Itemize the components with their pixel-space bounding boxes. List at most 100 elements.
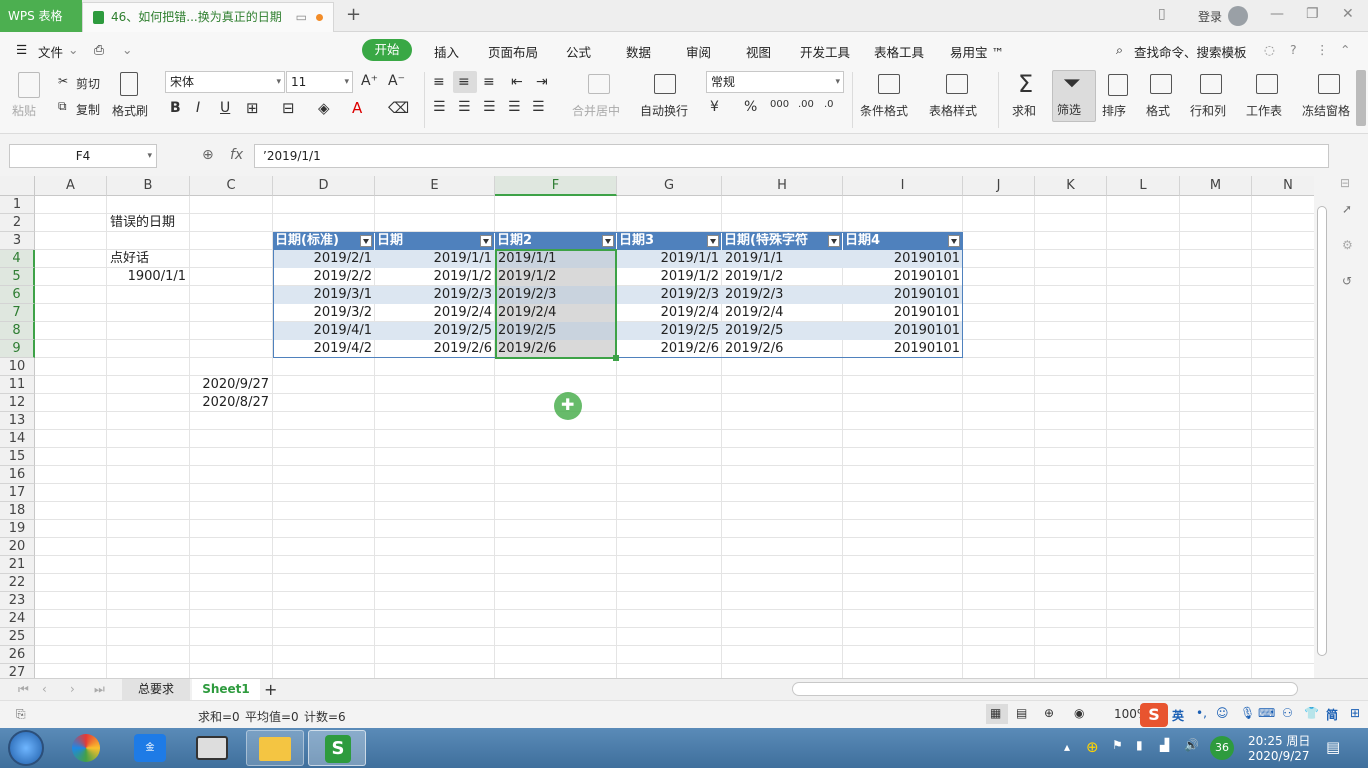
row-header-8[interactable]: 8: [0, 322, 35, 340]
column-header-K[interactable]: K: [1035, 176, 1107, 196]
next-sheet-icon[interactable]: ›: [70, 682, 75, 696]
clear-icon[interactable]: ⌫: [388, 99, 409, 117]
tray-device-icon[interactable]: ▮: [1136, 738, 1143, 752]
fill-color-icon[interactable]: ◈: [318, 99, 330, 117]
row-header-23[interactable]: 23: [0, 592, 35, 610]
row-header-22[interactable]: 22: [0, 574, 35, 592]
menu-review[interactable]: 审阅: [686, 42, 711, 61]
cut-button[interactable]: 剪切: [76, 75, 100, 92]
taskbar-recorder[interactable]: [184, 730, 242, 766]
increase-decimal-icon[interactable]: .00: [798, 99, 814, 110]
row-header-5[interactable]: 5: [0, 268, 35, 286]
row-header-2[interactable]: 2: [0, 214, 35, 232]
justify-icon[interactable]: ☰: [508, 99, 521, 115]
sheet-tab-overview[interactable]: 总要求: [122, 679, 190, 700]
indent-decrease-icon[interactable]: ⇤: [511, 74, 523, 90]
tray-badge[interactable]: 36: [1210, 736, 1234, 760]
row-header-17[interactable]: 17: [0, 484, 35, 502]
distribute-icon[interactable]: ☰: [532, 99, 545, 115]
app-home-tab[interactable]: WPS 表格: [0, 0, 82, 32]
sum-button[interactable]: 求和: [1012, 102, 1036, 119]
tray-expand-icon[interactable]: ▴: [1064, 740, 1070, 754]
paste-button[interactable]: 粘贴: [12, 102, 36, 119]
number-format-select[interactable]: 常规 ▾: [706, 71, 844, 93]
horizontal-scrollbar[interactable]: [792, 682, 1298, 696]
skin-icon[interactable]: 👕: [1304, 706, 1319, 720]
font-name-select[interactable]: 宋体 ▾: [165, 71, 285, 93]
row-header-14[interactable]: 14: [0, 430, 35, 448]
ime-language[interactable]: 英: [1172, 707, 1184, 724]
avatar[interactable]: [1228, 6, 1248, 26]
column-header-A[interactable]: A: [35, 176, 107, 196]
column-header-E[interactable]: E: [375, 176, 495, 196]
menu-developer[interactable]: 开发工具: [800, 42, 850, 61]
row-header-4[interactable]: 4: [0, 250, 35, 268]
macro-icon[interactable]: ⎘: [16, 707, 26, 722]
cell-style-icon[interactable]: ⊟: [282, 99, 295, 117]
page-break-icon[interactable]: ▤: [1016, 706, 1027, 720]
chevron-down-icon[interactable]: ⌄: [68, 42, 78, 57]
worksheet-button[interactable]: 工作表: [1246, 102, 1282, 119]
restore-button[interactable]: ❐: [1306, 6, 1319, 22]
column-header-F[interactable]: F: [495, 176, 617, 196]
decrease-font-icon[interactable]: A⁻: [388, 73, 405, 89]
login-link[interactable]: 登录: [1198, 8, 1222, 25]
underline-icon[interactable]: U: [220, 100, 230, 116]
clock-date[interactable]: 2020/9/27: [1248, 749, 1310, 763]
row-header-12[interactable]: 12: [0, 394, 35, 412]
column-header-N[interactable]: N: [1252, 176, 1314, 196]
filter-button[interactable]: ⏷ 筛选: [1052, 70, 1096, 122]
volume-icon[interactable]: 🔊: [1184, 738, 1199, 752]
align-bottom-icon[interactable]: ≡: [483, 74, 495, 90]
action-center-icon[interactable]: ▤: [1326, 738, 1340, 756]
cell-C11[interactable]: 2020/9/27: [190, 376, 272, 394]
row-header-25[interactable]: 25: [0, 628, 35, 646]
select-all-corner[interactable]: [0, 176, 35, 196]
column-header-G[interactable]: G: [617, 176, 722, 196]
ime-menu-icon[interactable]: ⊞: [1350, 706, 1360, 720]
freeze-button[interactable]: 冻结窗格: [1302, 102, 1350, 119]
align-right-icon[interactable]: ☰: [483, 99, 496, 115]
close-button[interactable]: ✕: [1342, 6, 1354, 22]
column-header-H[interactable]: H: [722, 176, 843, 196]
zoom-search-icon[interactable]: ⊕: [202, 147, 214, 163]
first-sheet-icon[interactable]: ⏮: [18, 682, 29, 697]
name-box[interactable]: F4 ▾: [9, 144, 157, 168]
microphone-icon[interactable]: 🎙: [1240, 706, 1255, 720]
column-header-L[interactable]: L: [1107, 176, 1180, 196]
ime-logo-icon[interactable]: S: [1140, 703, 1168, 727]
row-header-6[interactable]: 6: [0, 286, 35, 304]
border-icon[interactable]: ⊞: [246, 99, 259, 117]
column-header-I[interactable]: I: [843, 176, 963, 196]
punctuation-icon[interactable]: •,: [1196, 706, 1207, 720]
row-header-3[interactable]: 3: [0, 232, 35, 250]
paste-icon[interactable]: [18, 72, 40, 98]
last-sheet-icon[interactable]: ⏭: [94, 682, 105, 697]
eye-icon[interactable]: ◉: [1074, 706, 1084, 720]
column-header-J[interactable]: J: [963, 176, 1035, 196]
tray-add-icon[interactable]: ⊕: [1086, 738, 1099, 756]
cell-B4[interactable]: 点好话: [107, 250, 189, 268]
bold-icon[interactable]: B: [170, 100, 181, 116]
ribbon-scroll[interactable]: [1356, 70, 1366, 126]
row-header-18[interactable]: 18: [0, 502, 35, 520]
format-painter-button[interactable]: 格式刷: [112, 102, 148, 119]
wrap-button[interactable]: 自动换行: [640, 102, 688, 119]
row-header-1[interactable]: 1: [0, 196, 35, 214]
taskbar-wps[interactable]: S: [308, 730, 366, 766]
add-sheet-button[interactable]: +: [264, 680, 277, 699]
font-size-select[interactable]: 11 ▾: [286, 71, 353, 93]
indent-increase-icon[interactable]: ⇥: [536, 74, 548, 90]
vertical-scrollbar[interactable]: [1314, 176, 1330, 678]
decrease-decimal-icon[interactable]: .0: [824, 99, 834, 110]
menu-file[interactable]: 文件: [38, 42, 63, 61]
menu-page-layout[interactable]: 页面布局: [488, 42, 538, 61]
row-header-21[interactable]: 21: [0, 556, 35, 574]
cell-B2[interactable]: 错误的日期: [107, 214, 189, 232]
sheet-tab-sheet1[interactable]: Sheet1: [192, 679, 260, 700]
keyboard-icon[interactable]: ⌨: [1258, 706, 1275, 720]
settings-icon[interactable]: ⚙: [1342, 238, 1353, 252]
currency-icon[interactable]: ¥: [710, 99, 719, 115]
percent-icon[interactable]: %: [744, 99, 757, 115]
column-header-C[interactable]: C: [190, 176, 273, 196]
